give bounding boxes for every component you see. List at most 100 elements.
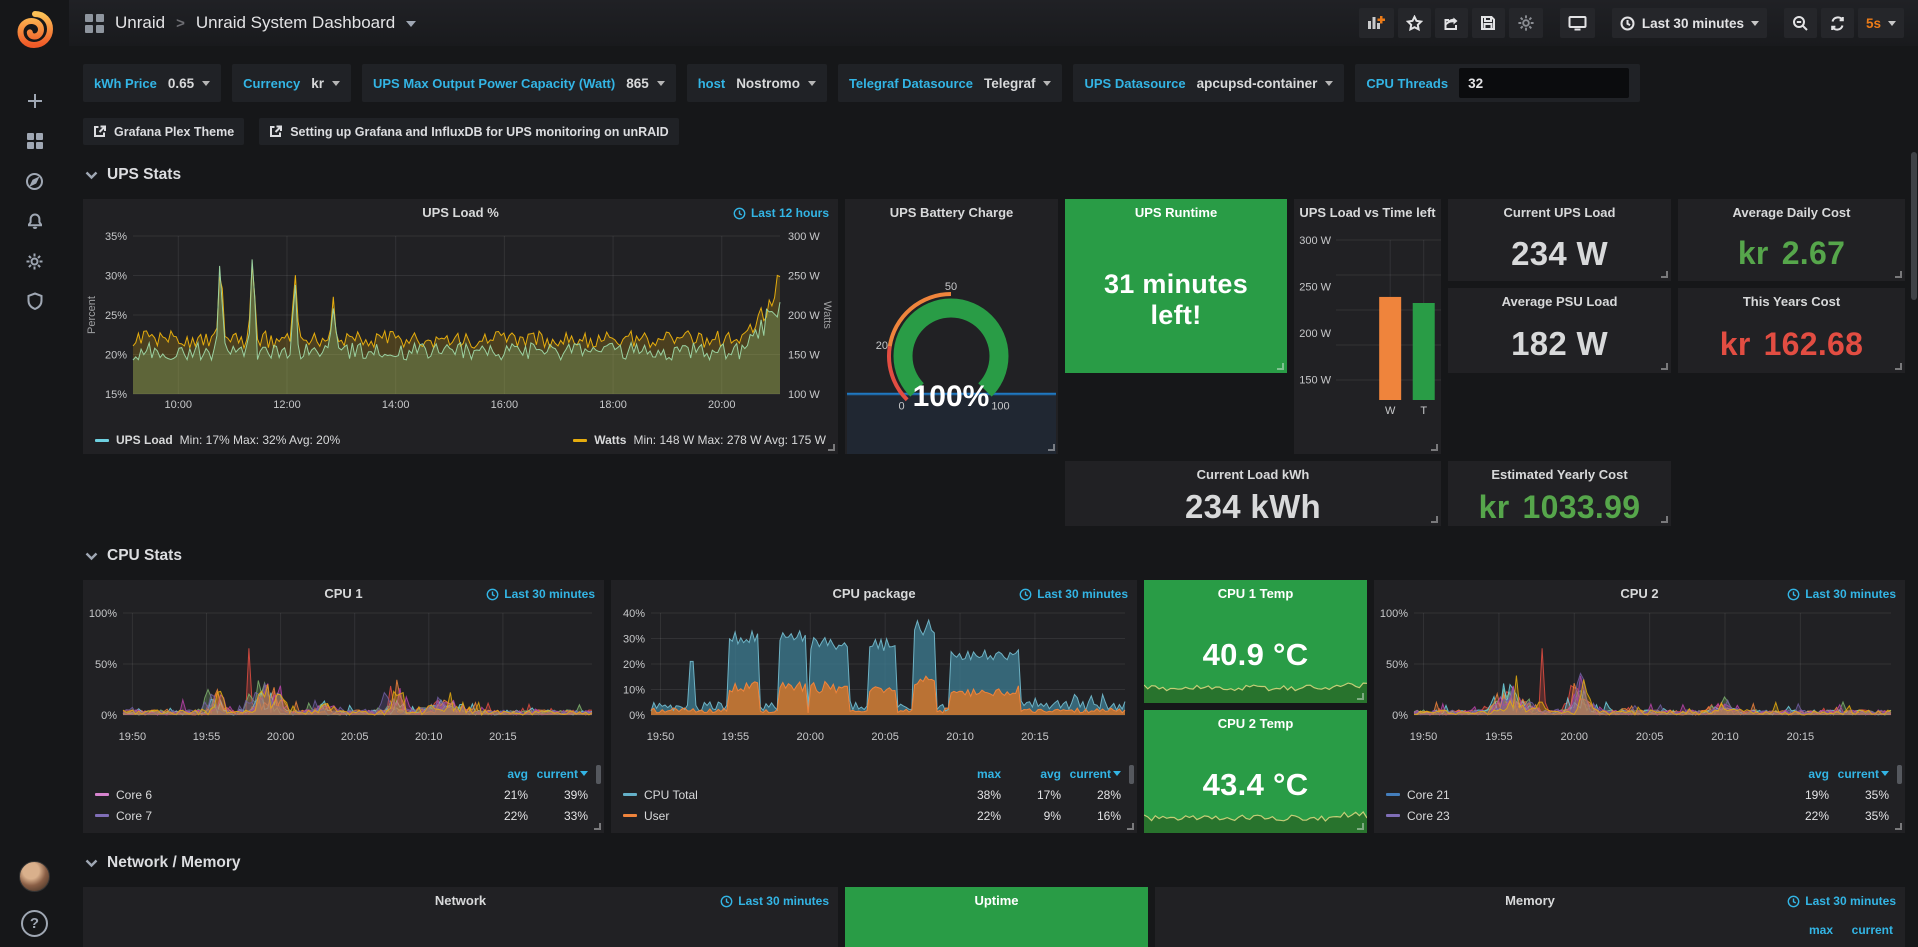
panel-time-range[interactable]: Last 30 minutes [486, 587, 595, 601]
panel-title[interactable]: CPU 1 [324, 586, 362, 601]
legend-sort-max[interactable]: max [1773, 923, 1833, 937]
link-ups-monitoring-guide[interactable]: Setting up Grafana and InfluxDB for UPS … [259, 118, 678, 145]
svg-text:35%: 35% [105, 231, 127, 243]
refresh-button[interactable] [1821, 8, 1854, 38]
cycle-view-tv-button[interactable] [1560, 8, 1595, 38]
svg-text:100%: 100% [1380, 608, 1408, 620]
section-ups-stats[interactable]: UPS Stats [85, 163, 1905, 187]
time-range-picker[interactable]: Last 30 minutes [1612, 8, 1767, 38]
panel-title[interactable]: Memory [1505, 893, 1555, 908]
svg-text:15%: 15% [105, 389, 127, 401]
svg-text:20:10: 20:10 [415, 731, 443, 743]
ups-load-vs-time-chart[interactable]: 300 W250 W200 W150 W40 min35 min30 min25… [1294, 226, 1441, 454]
section-network-memory[interactable]: Network / Memory [85, 851, 1905, 875]
legend-sort-current[interactable]: current [1833, 923, 1893, 937]
variable-value-dropdown[interactable]: Nostromo [736, 76, 816, 91]
legend-sort-max[interactable]: max [941, 767, 1001, 781]
panel-title[interactable]: Current Load kWh [1197, 467, 1310, 482]
share-dashboard-button[interactable] [1435, 8, 1468, 38]
cpu-threads-input[interactable] [1459, 68, 1629, 98]
cpu2-chart[interactable]: 100%50%0%19:5019:5520:0020:0520:1020:15 [1374, 607, 1905, 762]
dashboard-actions: Last 30 minutes 5s [1359, 8, 1904, 38]
dashboard-settings-button[interactable] [1509, 8, 1543, 38]
dashboard-grid-icon[interactable] [85, 14, 104, 33]
variable-value-dropdown[interactable]: 0.65 [168, 76, 210, 91]
panel-title[interactable]: UPS Runtime [1135, 205, 1217, 220]
dashboard-picker-caret[interactable] [406, 21, 416, 32]
save-dashboard-button[interactable] [1472, 8, 1505, 38]
variable-telegraf-datasource: Telegraf DatasourceTelegraf [838, 64, 1063, 102]
legend-value: 17% [1001, 788, 1061, 802]
configuration-gear-icon[interactable] [12, 246, 58, 276]
page-scrollbar[interactable] [1911, 152, 1917, 300]
variable-value-dropdown[interactable]: 865 [626, 76, 665, 91]
panel-title[interactable]: CPU package [832, 586, 915, 601]
variable-value-dropdown[interactable]: Telegraf [984, 76, 1052, 91]
alerting-bell-icon[interactable] [12, 206, 58, 236]
legend-scrollbar[interactable] [596, 765, 601, 784]
panel-title[interactable]: Network [435, 893, 486, 908]
panel-title[interactable]: UPS Battery Charge [890, 205, 1014, 220]
breadcrumb-dashboard[interactable]: Unraid System Dashboard [196, 13, 395, 33]
panel-time-range[interactable]: Last 30 minutes [1019, 587, 1128, 601]
ups-load-chart[interactable]: 35%30%25%20%15%300 W250 W200 W150 W100 W… [83, 226, 838, 430]
legend-scrollbar[interactable] [1129, 765, 1134, 784]
legend-series[interactable]: Core 7 [95, 809, 468, 823]
variable-value-dropdown[interactable]: kr [311, 76, 340, 91]
legend-series[interactable]: Core 6 [95, 788, 468, 802]
legend-series[interactable]: UPS LoadMin: 17% Max: 32% Avg: 20% [95, 433, 340, 447]
user-avatar[interactable] [19, 861, 50, 892]
panel-title[interactable]: Estimated Yearly Cost [1491, 467, 1627, 482]
panel-time-range[interactable]: Last 30 minutes [1787, 894, 1896, 908]
panel-time-range[interactable]: Last 30 minutes [1787, 587, 1896, 601]
panel-title[interactable]: Average Daily Cost [1732, 205, 1850, 220]
network-chart[interactable]: 6.0 MBs4.0 MBs2.0 MBs [83, 914, 838, 947]
help-icon[interactable]: ? [21, 910, 48, 937]
panel-title[interactable]: This Years Cost [1743, 294, 1840, 309]
sidebar: ? [0, 0, 69, 947]
server-admin-shield-icon[interactable] [12, 286, 58, 316]
panel-time-range[interactable]: Last 12 hours [733, 206, 829, 220]
panel-title[interactable]: UPS Load % [422, 205, 499, 220]
variable-value-dropdown[interactable]: apcupsd-container [1197, 76, 1334, 91]
legend-series[interactable]: CPU Total [623, 788, 941, 802]
add-panel-button[interactable] [1359, 8, 1394, 38]
panel-cpu1: CPU 1 Last 30 minutes 100%50%0%19:5019:5… [83, 580, 604, 833]
legend-sort-current[interactable]: current [1829, 767, 1889, 781]
link-grafana-plex-theme[interactable]: Grafana Plex Theme [83, 118, 244, 145]
legend-series[interactable]: WattsMin: 148 W Max: 278 W Avg: 175 W [573, 433, 826, 447]
legend-series[interactable]: User [623, 809, 941, 823]
refresh-interval-picker[interactable]: 5s [1858, 8, 1904, 38]
panel-title[interactable]: Current UPS Load [1504, 205, 1616, 220]
legend-sort-avg[interactable]: avg [468, 767, 528, 781]
legend-sort-avg[interactable]: avg [1001, 767, 1061, 781]
svg-text:50: 50 [945, 281, 957, 293]
legend-series[interactable]: Core 21 [1386, 788, 1769, 802]
legend-sort-current[interactable]: current [1061, 767, 1121, 781]
panel-title[interactable]: CPU 2 Temp [1218, 716, 1294, 731]
panel-title[interactable]: CPU 2 [1620, 586, 1658, 601]
panel-time-range[interactable]: Last 30 minutes [720, 894, 829, 908]
create-icon[interactable] [12, 86, 58, 116]
panel-title[interactable]: CPU 1 Temp [1218, 586, 1294, 601]
panel-title[interactable]: Uptime [974, 893, 1018, 908]
cpu1-chart[interactable]: 100%50%0%19:5019:5520:0020:0520:1020:15 [83, 607, 604, 762]
breadcrumb-folder[interactable]: Unraid [115, 13, 165, 33]
panel-ups-battery-charge: UPS Battery Charge 02050100100% [845, 199, 1058, 454]
panel-title[interactable]: UPS Load vs Time left [1299, 205, 1435, 220]
panel-title[interactable]: Average PSU Load [1502, 294, 1618, 309]
zoom-out-time-button[interactable] [1784, 8, 1817, 38]
dashboards-icon[interactable] [12, 126, 58, 156]
legend-sort-current[interactable]: current [528, 767, 588, 781]
legend-series[interactable]: Core 23 [1386, 809, 1769, 823]
legend-scrollbar[interactable] [1897, 765, 1902, 784]
legend-sort-avg[interactable]: avg [1769, 767, 1829, 781]
section-cpu-stats[interactable]: CPU Stats [85, 544, 1905, 568]
explore-icon[interactable] [12, 166, 58, 196]
cpu-package-chart[interactable]: 40%30%20%10%0%19:5019:5520:0020:0520:102… [611, 607, 1137, 762]
svg-text:12:00: 12:00 [273, 399, 301, 411]
star-dashboard-button[interactable] [1398, 8, 1431, 38]
grafana-logo-icon[interactable] [15, 10, 55, 50]
svg-text:20:15: 20:15 [1787, 731, 1815, 743]
dashboard-links-row: Grafana Plex Theme Setting up Grafana an… [83, 118, 1905, 145]
